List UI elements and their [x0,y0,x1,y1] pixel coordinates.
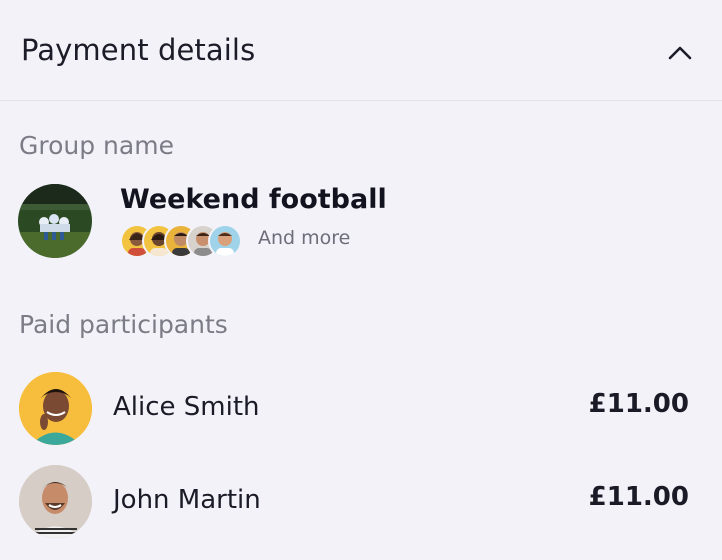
chevron-up-icon[interactable] [664,38,696,70]
page-title: Payment details [21,33,256,67]
participant-name: Alice Smith [113,392,260,422]
participant-amount: £11.00 [588,482,689,512]
participant-row: Alice Smith £11.00 [0,372,722,452]
participant-amount: £11.00 [588,389,689,419]
payment-details-header[interactable]: Payment details [0,0,722,101]
paid-participants-label: Paid participants [19,310,228,339]
and-more-label: And more [258,227,351,249]
avatar [19,465,92,538]
group-name: Weekend football [120,184,387,215]
avatar [19,372,92,445]
participant-name: John Martin [113,485,261,515]
group-avatar [18,184,92,258]
member-avatars [120,224,250,258]
group-photo-image [18,184,92,258]
avatar [208,224,242,258]
group-name-label: Group name [19,131,174,160]
participant-row: John Martin £11.00 [0,465,722,545]
